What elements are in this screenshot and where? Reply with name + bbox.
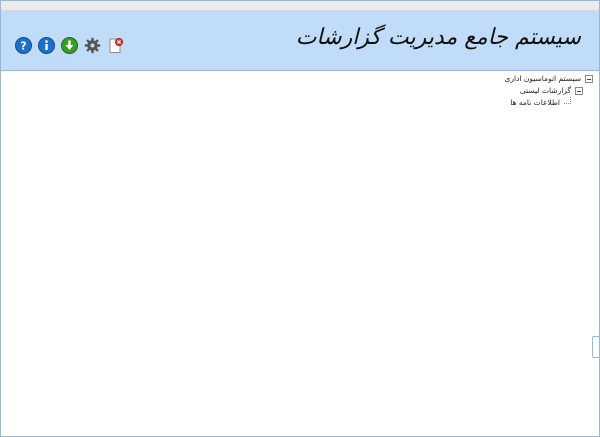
svg-text:?: ? (20, 40, 26, 53)
info-icon (38, 37, 55, 54)
tree-node-label[interactable]: اطلاعات نامه ها (510, 97, 560, 109)
download-button[interactable] (60, 36, 79, 55)
info-button[interactable] (37, 36, 56, 55)
tree-node-letters-info[interactable]: اطلاعات نامه ها (504, 97, 571, 109)
toolbar: ? (14, 36, 125, 55)
settings-button[interactable] (83, 36, 102, 55)
help-icon: ? (15, 37, 32, 54)
collapse-toggle-icon[interactable] (585, 75, 593, 83)
top-strip (1, 1, 599, 11)
splitter-handle[interactable] (592, 336, 599, 358)
tree-node-root[interactable]: سیستم اتوماسیون اداری (504, 73, 593, 85)
tree-connector (564, 97, 571, 104)
help-button[interactable]: ? (14, 36, 33, 55)
report-tree: سیستم اتوماسیون اداری گزارشات لیستی اطلا… (504, 73, 593, 109)
tree-node-label[interactable]: سیستم اتوماسیون اداری (504, 73, 581, 85)
tree-node-list-reports[interactable]: گزارشات لیستی (504, 85, 583, 97)
app-window: سیستم جامع مدیریت گزارشات ? سیستم اتوماس… (0, 0, 600, 437)
collapse-toggle-icon[interactable] (575, 87, 583, 95)
document-close-icon (107, 37, 124, 54)
tree-node-label[interactable]: گزارشات لیستی (520, 85, 571, 97)
download-icon (61, 37, 78, 54)
app-title: سیستم جامع مدیریت گزارشات (295, 25, 581, 50)
main-content: سیستم اتوماسیون اداری گزارشات لیستی اطلا… (1, 71, 599, 434)
gear-icon (84, 37, 101, 54)
header-bar: سیستم جامع مدیریت گزارشات ? (1, 11, 599, 71)
exit-button[interactable] (106, 36, 125, 55)
